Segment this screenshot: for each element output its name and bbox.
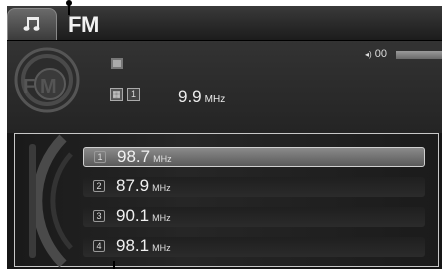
- preset-frequency-unit: MHz: [152, 213, 171, 223]
- callout-line-bottom: [113, 261, 115, 269]
- band-label[interactable]: FM: [68, 12, 99, 38]
- preset-item[interactable]: 3 90.1 MHz: [83, 206, 425, 227]
- preset-frequency-unit: MHz: [152, 243, 171, 253]
- rds-indicator-icon: [111, 58, 123, 69]
- preset-frequency: 98.1 MHz: [116, 236, 171, 256]
- preset-frequency-value: 87.9: [116, 176, 150, 195]
- preset-list: 1 98.7 MHz 2 87.9 MHz 3 90.1 MHz 4 98.1 MHz: [14, 133, 439, 268]
- header-bar: FM: [7, 6, 442, 41]
- preset-frequency: 90.1 MHz: [116, 206, 171, 226]
- preset-frequency-unit: MHz: [152, 183, 171, 193]
- preset-indicator: 1: [127, 88, 140, 101]
- preset-frequency-value: 98.7: [117, 147, 151, 166]
- preset-number: 2: [93, 180, 105, 192]
- preset-frequency: 98.7 MHz: [117, 147, 172, 167]
- tuner-mode-icon: ▦: [110, 88, 123, 101]
- preset-number: 3: [93, 210, 105, 222]
- speaker-icon: ◂): [365, 50, 372, 59]
- callout-line-top: [68, 5, 70, 15]
- music-tab[interactable]: [7, 8, 57, 40]
- preset-item[interactable]: 2 87.9 MHz: [83, 176, 425, 197]
- music-note-icon: [23, 17, 40, 31]
- station-info-panel: F M ▦ 1 9.9 MHz ◂) 00: [7, 41, 442, 133]
- preset-frequency-unit: MHz: [153, 154, 172, 164]
- volume-bar: [396, 51, 442, 59]
- preset-frequency-value: 98.1: [116, 236, 150, 255]
- dial-arc-decoration: [32, 134, 73, 268]
- preset-frequency: 87.9 MHz: [116, 176, 171, 196]
- scrollbar[interactable]: [29, 144, 36, 258]
- preset-frequency-value: 90.1: [116, 206, 150, 225]
- audio-screen: FM F M ▦ 1 9.9 MHz ◂) 00 1 98.7 MHz 2 87…: [7, 6, 442, 269]
- preset-number: 1: [94, 151, 106, 163]
- preset-item[interactable]: 1 98.7 MHz: [83, 147, 425, 167]
- fm-logo-icon: F M: [14, 47, 80, 113]
- svg-text:F: F: [23, 76, 35, 98]
- volume-label: 00: [374, 48, 387, 60]
- svg-text:M: M: [40, 76, 57, 98]
- preset-item[interactable]: 4 98.1 MHz: [83, 236, 425, 257]
- current-frequency: 9.9 MHz: [178, 87, 225, 107]
- volume-indicator: ◂) 00: [365, 48, 387, 60]
- preset-number: 4: [93, 240, 105, 252]
- current-frequency-value: 9.9: [178, 87, 202, 106]
- current-frequency-unit: MHz: [204, 94, 226, 105]
